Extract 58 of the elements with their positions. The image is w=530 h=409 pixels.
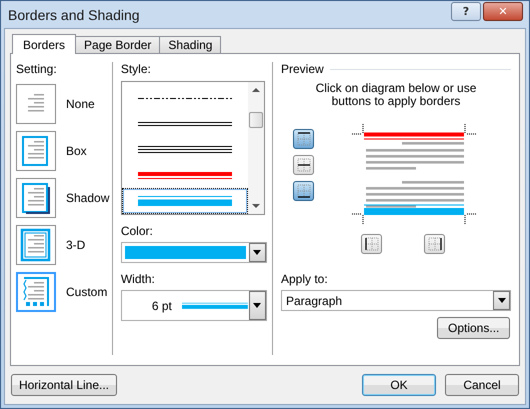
border-icon — [362, 235, 380, 253]
setting-option-label[interactable]: Shadow — [66, 191, 110, 205]
scroll-thumb[interactable] — [248, 112, 263, 128]
none-setting-icon[interactable] — [16, 84, 56, 124]
cancel-button[interactable]: Cancel — [445, 374, 519, 396]
color-label: Color: — [120, 224, 154, 239]
dropdown-button[interactable] — [493, 291, 510, 310]
dropdown-button[interactable] — [248, 243, 266, 262]
inside-border-button[interactable] — [293, 155, 314, 175]
preview-hint: Click on diagram below or use buttons to apply borders — [314, 82, 478, 108]
border-icon — [294, 130, 312, 148]
setting-option-label[interactable]: Box — [66, 144, 87, 158]
border-icon — [294, 182, 312, 200]
options-button[interactable]: Options... — [437, 317, 510, 339]
line-sample-icon — [138, 146, 232, 154]
help-button[interactable]: ? — [451, 2, 481, 21]
setting-option-label[interactable]: 3-D — [66, 238, 86, 252]
apply-to-label: Apply to: — [281, 272, 329, 287]
scroll-up-icon[interactable] — [252, 87, 260, 92]
shadow-setting-icon[interactable] — [16, 178, 56, 218]
right-border-button[interactable] — [424, 234, 445, 254]
line-sample-icon — [138, 196, 232, 206]
line-sample-icon — [138, 98, 232, 100]
width-value: 6 pt — [150, 298, 173, 312]
style-label: Style: — [120, 62, 152, 77]
apply-to-dropdown[interactable]: Paragraph — [281, 290, 511, 311]
width-dropdown[interactable]: 6 pt — [120, 290, 267, 321]
top-border-button[interactable] — [293, 129, 314, 149]
box-setting-icon[interactable] — [16, 131, 56, 171]
scroll-bar[interactable] — [248, 82, 264, 214]
setting-label: Setting: — [16, 62, 58, 77]
dropdown-button[interactable] — [248, 291, 266, 320]
setting-option-label[interactable]: Custom — [66, 285, 108, 299]
window-title: Borders and Shading — [8, 6, 141, 22]
scroll-down-icon[interactable] — [252, 204, 260, 209]
border-icon — [294, 156, 312, 174]
line-sample-icon — [138, 122, 232, 126]
width-label: Width: — [120, 272, 156, 287]
line-style-option[interactable] — [122, 188, 248, 214]
bottom-border-button[interactable] — [293, 181, 314, 201]
caret-icon — [253, 303, 262, 308]
tab[interactable]: Page Border — [75, 36, 160, 53]
left-border-button[interactable] — [361, 234, 382, 254]
caret-icon — [253, 250, 262, 255]
horizontal-line-button[interactable]: Horizontal Line... — [11, 374, 117, 396]
three-d-setting-icon[interactable] — [16, 225, 56, 265]
ok-button[interactable]: OK — [362, 374, 436, 396]
color-dropdown[interactable] — [120, 242, 267, 263]
top-border-line[interactable] — [364, 132, 464, 140]
border-icon — [426, 235, 444, 253]
custom-setting-icon[interactable] — [16, 272, 56, 312]
preview-label: Preview — [281, 62, 324, 77]
caret-icon — [498, 298, 506, 303]
line-sample-icon — [138, 172, 232, 180]
setting-option-label[interactable]: None — [66, 97, 95, 111]
apply-to-value: Paragraph — [285, 294, 344, 308]
tab[interactable]: Shading — [159, 36, 222, 53]
tab[interactable]: Borders — [12, 34, 76, 54]
